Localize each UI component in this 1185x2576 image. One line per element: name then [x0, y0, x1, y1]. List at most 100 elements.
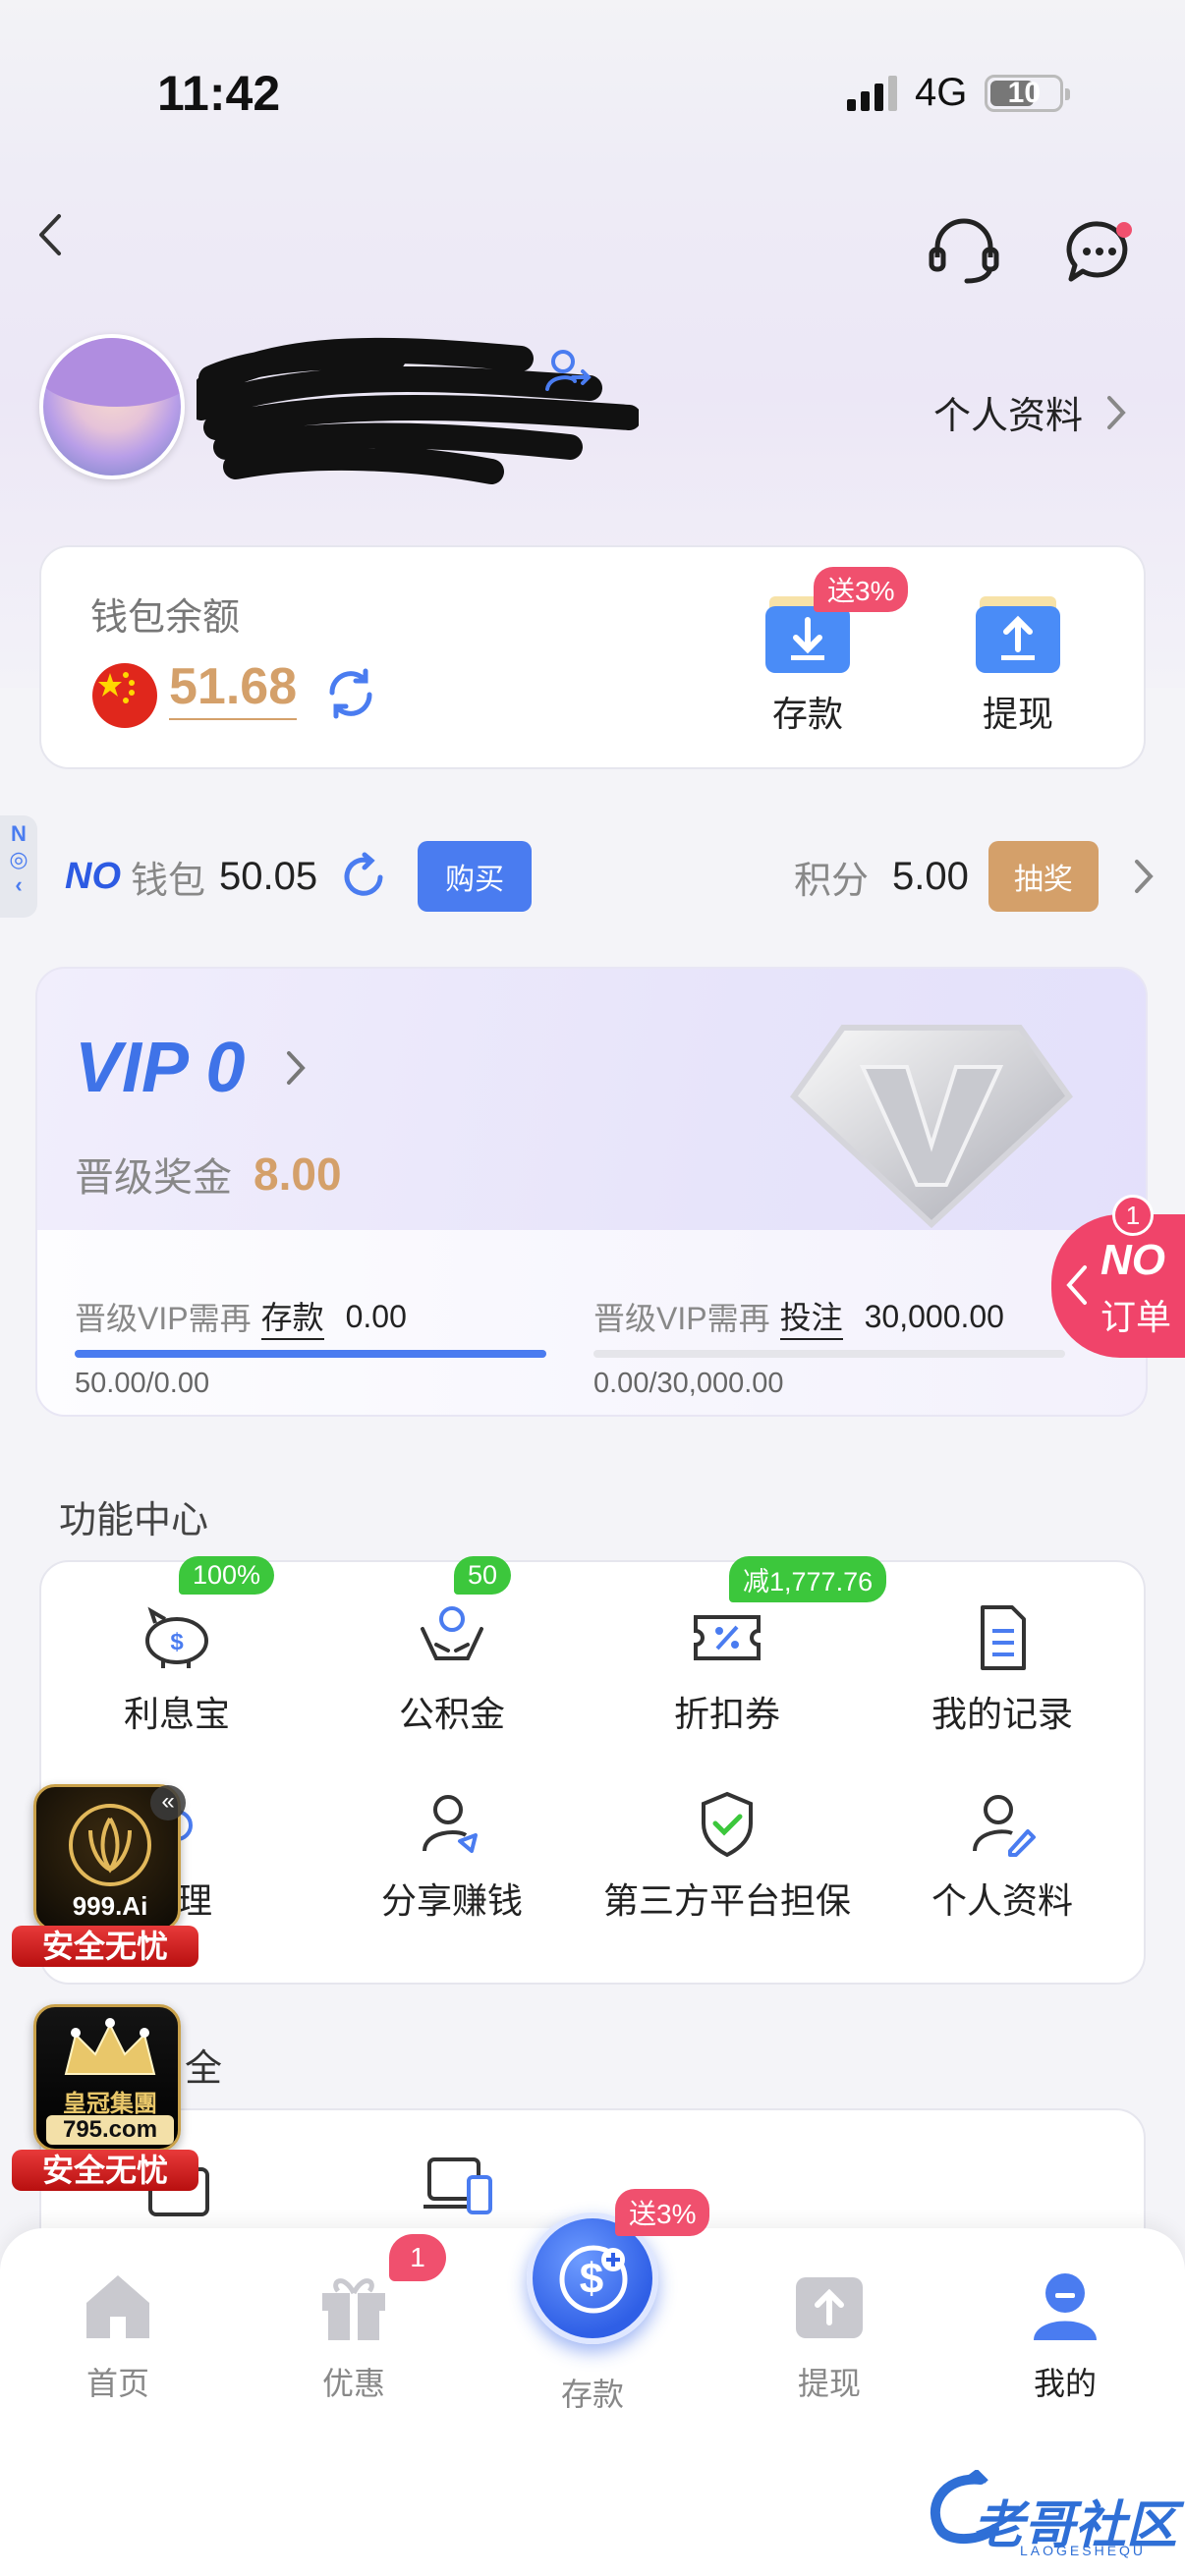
fn-badge: 减1,777.76: [729, 1556, 887, 1602]
vip-level-link[interactable]: VIP 0: [75, 1028, 308, 1108]
ad-brand: 999.Ai: [72, 1891, 148, 1921]
tab-withdraw[interactable]: 提现: [731, 2269, 928, 2404]
tab-label: 我的: [1033, 2366, 1097, 2401]
fn-badge: 100%: [179, 1556, 275, 1595]
vip-bonus-value: 8.00: [254, 1148, 342, 1200]
req2-type[interactable]: 投注: [779, 1293, 843, 1340]
tab-home[interactable]: 首页: [20, 2269, 216, 2404]
vip-card: VIP 0 晋级奖金 8.00 晋级VIP需再 存款 0.00 50.00/0.…: [35, 967, 1148, 1417]
tab-mine[interactable]: 我的: [967, 2269, 1163, 2404]
collapse-icon[interactable]: «: [150, 1785, 186, 1820]
fn-personal-info[interactable]: 个人资料: [865, 1790, 1140, 1924]
battery-level: 10: [1007, 76, 1042, 109]
shield-check-icon: [702, 1791, 753, 1858]
chevron-right-icon: [287, 1051, 307, 1085]
hands-coin-icon: [421, 1606, 483, 1660]
tab-promotions[interactable]: 优惠: [255, 2269, 452, 2404]
home-icon: [86, 2275, 149, 2338]
tab-deposit-badge: 送3%: [615, 2189, 710, 2236]
deposit-label: 存款: [771, 694, 843, 734]
fn-provident-fund[interactable]: 公积金: [314, 1603, 590, 1737]
wallet-title: 钱包余额: [90, 597, 241, 639]
svg-text:$: $: [170, 1629, 184, 1655]
ad-999-widget[interactable]: 999.Ai «: [33, 1784, 186, 1932]
switch-account-icon[interactable]: [543, 346, 592, 395]
ad-url: 795.com: [46, 2115, 174, 2145]
fn-share-earn[interactable]: 分享赚钱: [314, 1790, 590, 1924]
deposit-bonus-badge: 送3%: [814, 567, 909, 612]
fn-label: 折扣券: [673, 1694, 780, 1734]
tab-label: 提现: [797, 2366, 861, 2401]
fn-my-records[interactable]: 我的记录: [865, 1603, 1140, 1737]
ad-brand: 皇冠集團: [63, 2091, 157, 2117]
req2-progress-bar: [593, 1350, 1065, 1358]
req1-label: 晋级VIP需再: [75, 1301, 252, 1336]
status-indicators: 4G 10: [847, 71, 1071, 115]
fn-badge: 50: [454, 1556, 512, 1595]
req1-type[interactable]: 存款: [260, 1293, 324, 1340]
wallet-card: 钱包余额 51.68 存款 送3% 提现: [39, 545, 1146, 769]
ad-logo-icon: [69, 1804, 151, 1886]
req1-progress-fill: [75, 1350, 546, 1358]
network-type: 4G: [915, 71, 968, 114]
no-wallet-row: NO 钱包 50.05 购买: [65, 841, 533, 912]
gift-icon: [322, 2278, 385, 2340]
profile-link-label: 个人资料: [933, 396, 1084, 437]
chevron-right-icon: [1107, 395, 1126, 429]
ad-safety-tag: 安全无忧: [12, 2150, 198, 2191]
profile-icon: [1034, 2273, 1097, 2340]
promo-count-badge: 1: [389, 2234, 446, 2281]
vip-badge-icon: [790, 1025, 1073, 1229]
battery-icon: 10: [985, 74, 1071, 112]
req1-value: 0.00: [345, 1298, 407, 1334]
no-refresh-icon[interactable]: [339, 852, 388, 901]
no-wallet-label: 钱包: [131, 860, 206, 902]
fn-label: 公积金: [398, 1694, 505, 1734]
lottery-button[interactable]: 抽奖: [988, 841, 1099, 912]
avatar[interactable]: [39, 334, 185, 479]
no-wallet-value: 50.05: [219, 854, 318, 898]
fn-interest-treasure[interactable]: $ 利息宝: [39, 1603, 314, 1737]
chevron-right-icon[interactable]: [1132, 857, 1156, 896]
req1-progress-text: 50.00/0.00: [75, 1368, 210, 1399]
withdraw-label: 提现: [982, 694, 1053, 734]
functions-title: 功能中心: [59, 1500, 209, 1541]
deposit-button[interactable]: 存款: [739, 596, 876, 737]
signal-icon: [847, 75, 897, 111]
profile-link[interactable]: 个人资料: [933, 385, 1128, 439]
tab-deposit-label[interactable]: 存款: [494, 2370, 691, 2415]
tab-label: 首页: [85, 2366, 149, 2401]
withdraw-icon: [796, 2277, 863, 2338]
status-time: 11:42: [157, 66, 281, 121]
message-icon[interactable]: [1065, 218, 1136, 287]
device-icon[interactable]: [420, 2154, 498, 2218]
back-icon[interactable]: [33, 210, 69, 259]
points-value: 5.00: [892, 854, 969, 898]
deposit-coin-icon: $: [559, 2245, 628, 2314]
china-flag-icon: [92, 663, 157, 728]
vip-bonus-label: 晋级奖金: [75, 1156, 232, 1200]
order-logo: NO: [1100, 1236, 1165, 1284]
vip-level: VIP 0: [75, 1029, 246, 1107]
document-icon: [981, 1605, 1026, 1670]
order-float-button[interactable]: NO 订单: [1051, 1214, 1185, 1358]
customer-service-icon[interactable]: [928, 218, 1000, 285]
side-expand-tab[interactable]: N ◎ ‹: [0, 815, 37, 918]
req2-value: 30,000.00: [864, 1298, 1004, 1334]
buy-button[interactable]: 购买: [418, 841, 533, 912]
fn-label: 我的记录: [931, 1694, 1073, 1734]
fn-label: 分享赚钱: [380, 1880, 523, 1921]
watermark-sub: LAOGESHEQU: [1020, 2543, 1147, 2558]
svg-text:$: $: [580, 2255, 603, 2303]
fn-coupon[interactable]: 折扣券: [590, 1603, 865, 1737]
withdraw-upload-icon: [976, 596, 1060, 673]
share-user-icon: [423, 1795, 478, 1853]
req1-progress-bar: [75, 1350, 546, 1358]
ad-crown-widget[interactable]: 皇冠集團 795.com: [33, 2004, 181, 2152]
refresh-icon[interactable]: [324, 667, 377, 720]
withdraw-button[interactable]: 提现: [949, 596, 1087, 737]
user-edit-icon: [973, 1795, 1036, 1857]
fn-label: 个人资料: [931, 1880, 1073, 1921]
fn-third-party-guarantee[interactable]: 第三方平台担保: [590, 1790, 865, 1924]
wallet-balance: 51.68: [169, 657, 298, 720]
